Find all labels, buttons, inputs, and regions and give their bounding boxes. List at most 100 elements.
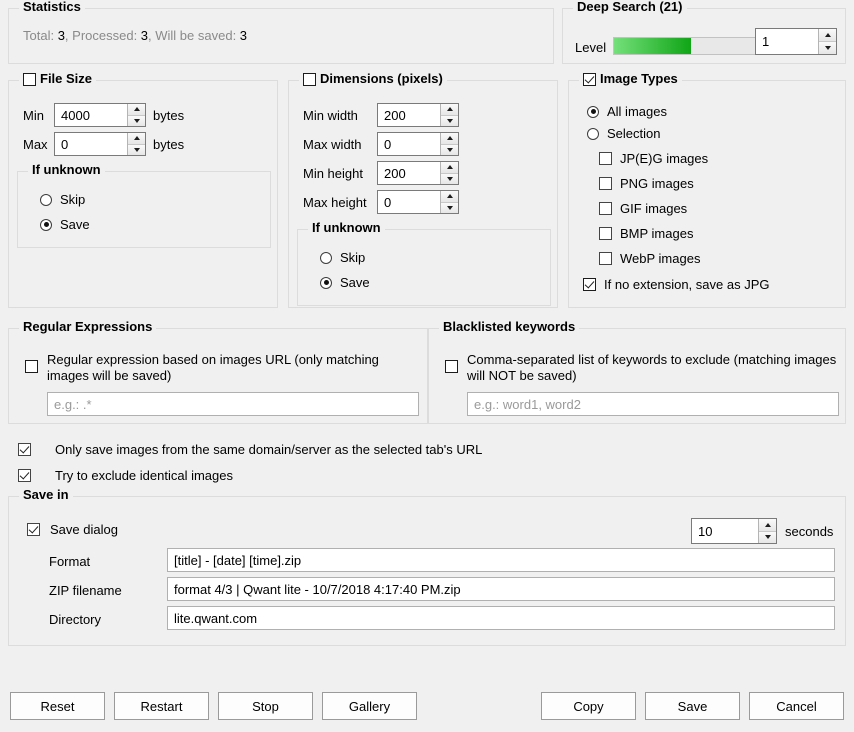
gallery-button[interactable]: Gallery <box>322 692 417 720</box>
file-size-max-value[interactable]: 0 <box>55 133 127 155</box>
file-size-max-stepper[interactable]: 0 <box>54 132 146 156</box>
reset-button[interactable]: Reset <box>10 692 105 720</box>
file-size-group: File Size Min 4000 bytes Max 0 bytes If … <box>8 72 278 308</box>
image-type-webp-option[interactable]: WebP images <box>599 251 700 266</box>
dimensions-save-option[interactable]: Save <box>320 275 370 290</box>
dimensions-min-width-stepper[interactable]: 200 <box>377 103 459 127</box>
file-size-title: File Size <box>19 72 97 86</box>
stepper-down-icon[interactable] <box>441 202 458 213</box>
image-types-all-radio[interactable] <box>587 105 599 118</box>
image-type-gif-checkbox[interactable] <box>599 202 612 215</box>
save-button[interactable]: Save <box>645 692 740 720</box>
save-dialog-seconds-stepper-buttons[interactable] <box>758 519 776 543</box>
deep-search-level-stepper-buttons[interactable] <box>818 29 836 54</box>
deep-search-level-stepper[interactable]: 1 <box>755 28 837 55</box>
file-size-skip-option[interactable]: Skip <box>40 192 85 207</box>
dimensions-max-width-stepper-buttons[interactable] <box>440 133 458 155</box>
stepper-up-icon[interactable] <box>441 162 458 174</box>
stepper-up-icon[interactable] <box>441 133 458 145</box>
exclude-identical-checkbox[interactable] <box>18 469 31 482</box>
image-types-selection-radio[interactable] <box>587 127 599 140</box>
stepper-up-icon[interactable] <box>128 104 145 116</box>
stepper-down-icon[interactable] <box>441 144 458 155</box>
file-size-min-value[interactable]: 4000 <box>55 104 127 126</box>
dimensions-min-height-stepper[interactable]: 200 <box>377 161 459 185</box>
blacklisted-keywords-input[interactable]: e.g.: word1, word2 <box>467 392 839 416</box>
no-extension-save-jpg-checkbox[interactable] <box>583 278 596 291</box>
cancel-button[interactable]: Cancel <box>749 692 844 720</box>
same-domain-checkbox[interactable] <box>18 443 31 456</box>
stepper-down-icon[interactable] <box>759 531 776 543</box>
stepper-up-icon[interactable] <box>128 133 145 145</box>
dimensions-max-width-stepper[interactable]: 0 <box>377 132 459 156</box>
statistics-group: Statistics Total: 3, Processed: 3, Will … <box>8 0 554 64</box>
save-dialog-checkbox[interactable] <box>27 523 40 536</box>
dimensions-max-width-value[interactable]: 0 <box>378 133 440 155</box>
image-type-webp-checkbox[interactable] <box>599 252 612 265</box>
directory-input[interactable]: lite.qwant.com <box>167 606 835 630</box>
zip-filename-input[interactable]: format 4/3 | Qwant lite - 10/7/2018 4:17… <box>167 577 835 601</box>
file-size-save-radio[interactable] <box>40 218 52 231</box>
stepper-down-icon[interactable] <box>441 115 458 126</box>
format-input[interactable]: [title] - [date] [time].zip <box>167 548 835 572</box>
save-dialog-seconds-stepper[interactable]: 10 <box>691 518 777 544</box>
stepper-down-icon[interactable] <box>128 144 145 155</box>
image-type-jpeg-checkbox[interactable] <box>599 152 612 165</box>
dimensions-max-height-value[interactable]: 0 <box>378 191 440 213</box>
file-size-max-label: Max <box>23 137 48 152</box>
stepper-up-icon[interactable] <box>759 519 776 532</box>
image-type-png-option[interactable]: PNG images <box>599 176 694 191</box>
file-size-max-stepper-buttons[interactable] <box>127 133 145 155</box>
stepper-down-icon[interactable] <box>441 173 458 184</box>
same-domain-option[interactable]: Only save images from the same domain/se… <box>18 442 482 457</box>
deep-search-level-label: Level <box>575 40 607 55</box>
image-type-jpeg-label: JP(E)G images <box>620 151 709 166</box>
dimensions-min-height-stepper-buttons[interactable] <box>440 162 458 184</box>
file-size-save-option[interactable]: Save <box>40 217 90 232</box>
statistics-summary: Total: 3, Processed: 3, Will be saved: 3 <box>23 28 247 43</box>
file-size-min-stepper[interactable]: 4000 <box>54 103 146 127</box>
dimensions-skip-radio[interactable] <box>320 251 332 264</box>
save-dialog-option[interactable]: Save dialog <box>27 522 118 537</box>
dimensions-max-height-stepper[interactable]: 0 <box>377 190 459 214</box>
stepper-down-icon[interactable] <box>128 115 145 126</box>
regular-expressions-checkbox[interactable] <box>25 360 38 373</box>
image-type-jpeg-option[interactable]: JP(E)G images <box>599 151 708 166</box>
dimensions-skip-option[interactable]: Skip <box>320 250 365 265</box>
stepper-up-icon[interactable] <box>819 29 836 42</box>
dimensions-checkbox[interactable] <box>303 72 316 86</box>
file-size-checkbox[interactable] <box>23 72 36 86</box>
dimensions-max-height-stepper-buttons[interactable] <box>440 191 458 213</box>
deep-search-progress-fill <box>614 38 691 54</box>
stepper-down-icon[interactable] <box>819 42 836 54</box>
stepper-up-icon[interactable] <box>441 104 458 116</box>
blacklisted-keywords-checkbox[interactable] <box>445 360 458 373</box>
stop-button[interactable]: Stop <box>218 692 313 720</box>
exclude-identical-option[interactable]: Try to exclude identical images <box>18 468 233 483</box>
image-type-gif-label: GIF images <box>620 201 688 216</box>
image-type-bmp-checkbox[interactable] <box>599 227 612 240</box>
restart-button[interactable]: Restart <box>114 692 209 720</box>
deep-search-level-value[interactable]: 1 <box>756 29 818 54</box>
dimensions-save-radio[interactable] <box>320 276 332 289</box>
save-dialog-seconds-value[interactable]: 10 <box>692 519 758 543</box>
image-type-gif-option[interactable]: GIF images <box>599 201 687 216</box>
image-types-all-option[interactable]: All images <box>587 104 667 119</box>
save-dialog-seconds-label: seconds <box>785 524 834 539</box>
image-type-bmp-option[interactable]: BMP images <box>599 226 693 241</box>
stepper-up-icon[interactable] <box>441 191 458 203</box>
image-type-png-checkbox[interactable] <box>599 177 612 190</box>
dimensions-min-width-stepper-buttons[interactable] <box>440 104 458 126</box>
regular-expressions-input[interactable]: e.g.: .* <box>47 392 419 416</box>
image-types-checkbox[interactable] <box>583 72 596 86</box>
copy-button[interactable]: Copy <box>541 692 636 720</box>
image-types-selection-option[interactable]: Selection <box>587 126 660 141</box>
file-size-skip-radio[interactable] <box>40 193 52 206</box>
dimensions-min-width-value[interactable]: 200 <box>378 104 440 126</box>
file-size-min-stepper-buttons[interactable] <box>127 104 145 126</box>
regular-expressions-description: Regular expression based on images URL (… <box>47 352 379 383</box>
file-size-save-label: Save <box>60 217 90 232</box>
no-extension-save-jpg-option[interactable]: If no extension, save as JPG <box>583 277 769 292</box>
image-types-title-text: Image Types <box>600 71 678 86</box>
dimensions-min-height-value[interactable]: 200 <box>378 162 440 184</box>
